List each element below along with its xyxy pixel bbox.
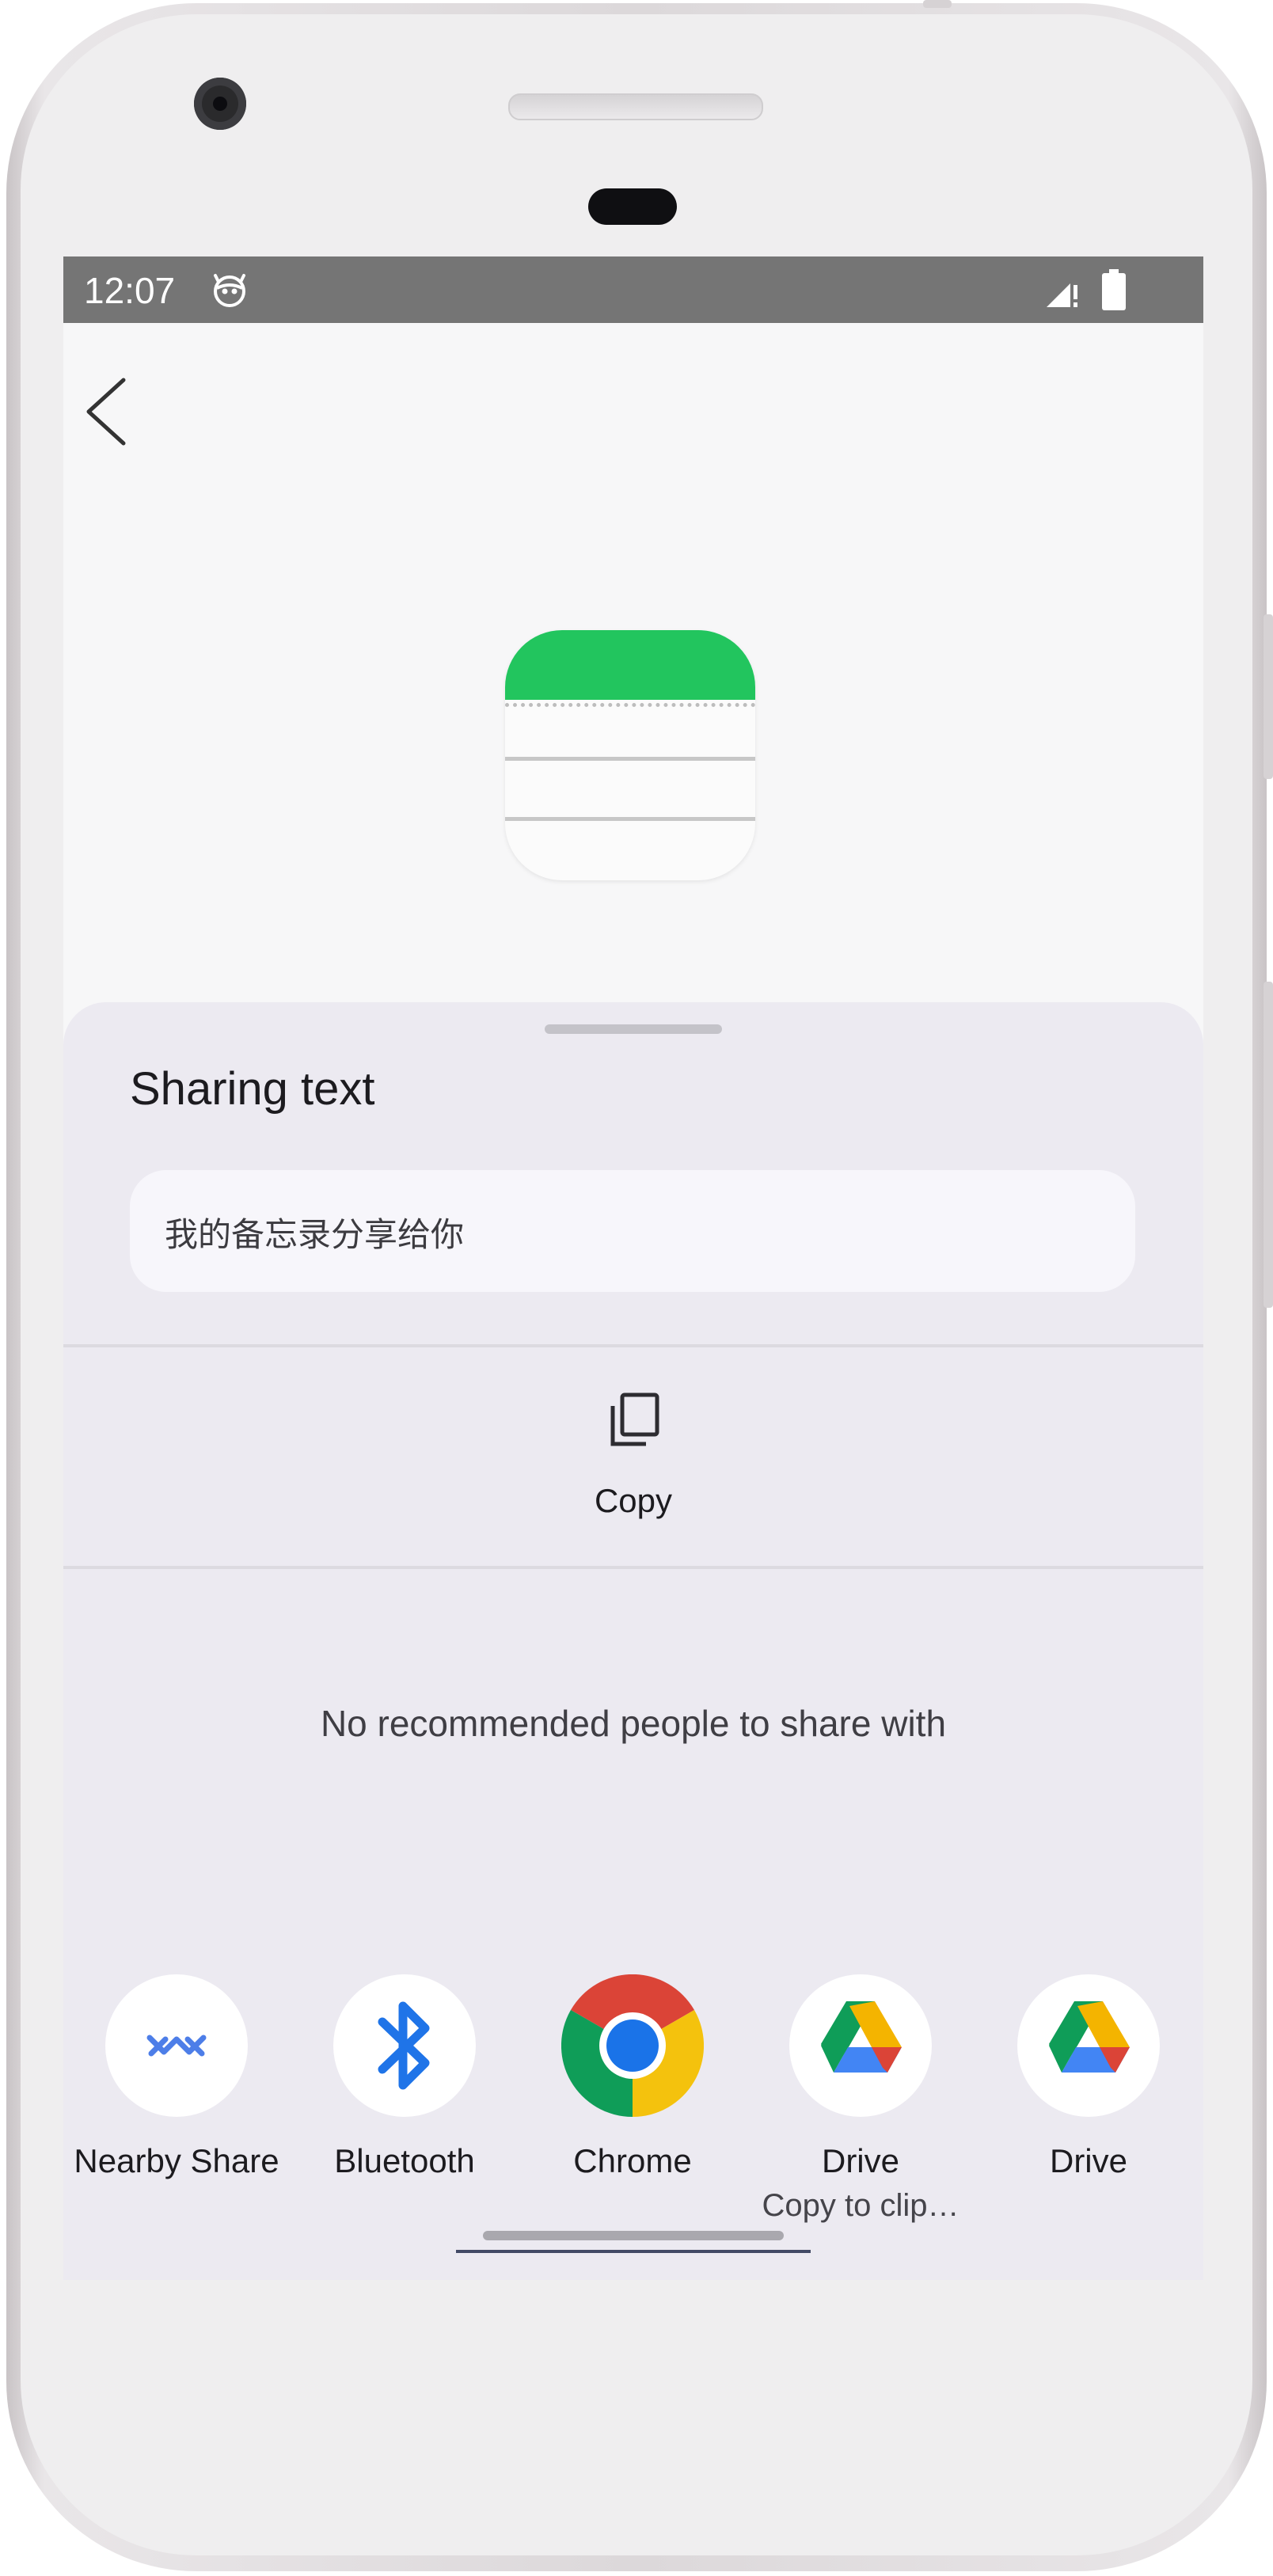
- share-sheet: Sharing text 我的备忘录分享给你 Copy No recommend…: [63, 1002, 1203, 2280]
- sheet-title: Sharing text: [130, 1063, 375, 1115]
- notes-app-icon: [505, 630, 755, 880]
- target-icon-circle: [105, 1974, 248, 2117]
- no-recommendations-message: No recommended people to share with: [320, 1703, 947, 1744]
- nav-underline: [456, 2250, 811, 2253]
- shared-text: 我的备忘录分享给你: [165, 1215, 465, 1254]
- status-time: 12:07: [84, 270, 176, 311]
- power-button: [1264, 982, 1273, 1308]
- divider: [63, 1344, 1203, 1347]
- share-target-drive-copy[interactable]: Drive Copy to clip…: [758, 1974, 963, 2259]
- signal-icon: [1047, 283, 1077, 307]
- target-icon-circle: [1017, 1974, 1160, 2117]
- copy-icon: [610, 1392, 659, 1446]
- target-label: Drive: [1049, 2142, 1127, 2179]
- chevron-left-icon: [86, 378, 126, 446]
- status-bar: 12:07: [63, 256, 1203, 323]
- back-button[interactable]: [71, 372, 150, 451]
- front-camera: [194, 78, 246, 130]
- target-icon-circle: [561, 1974, 704, 2117]
- battery-icon: [1102, 269, 1126, 310]
- top-button: [923, 0, 952, 8]
- notes-header-band: [505, 630, 755, 700]
- sheet-drag-handle[interactable]: [545, 1024, 722, 1034]
- notes-rule-line: [505, 817, 755, 821]
- target-icon-circle: [333, 1974, 476, 2117]
- target-sublabel: Copy to clip…: [762, 2188, 960, 2223]
- target-icon-circle: [789, 1974, 932, 2117]
- copy-button[interactable]: Copy: [522, 1354, 744, 1560]
- bot-face-icon: [214, 274, 245, 307]
- proximity-sensor: [588, 188, 677, 225]
- chrome-icon: [561, 1974, 704, 2117]
- target-label: Drive: [821, 2142, 899, 2179]
- target-label: Nearby Share: [74, 2142, 279, 2179]
- share-target-nearby-share[interactable]: Nearby Share: [74, 1974, 279, 2259]
- target-label: Bluetooth: [334, 2142, 475, 2179]
- notes-rule-line: [505, 757, 755, 761]
- gesture-nav-handle[interactable]: [483, 2231, 784, 2240]
- volume-button: [1264, 614, 1273, 779]
- notes-dotted-line: [505, 703, 755, 707]
- screen: 12:07 Sharing text 我的备忘录分享给你 Copy No rec…: [63, 256, 1203, 2280]
- share-target-chrome[interactable]: Chrome: [530, 1974, 735, 2259]
- share-target-drive[interactable]: Drive: [986, 1974, 1191, 2259]
- shared-text-preview: 我的备忘录分享给你: [130, 1170, 1135, 1292]
- google-drive-icon: [1049, 2001, 1130, 2073]
- earpiece-speaker: [508, 93, 763, 120]
- google-drive-icon: [821, 2001, 902, 2073]
- bluetooth-icon: [378, 2001, 430, 2090]
- share-target-bluetooth[interactable]: Bluetooth: [302, 1974, 507, 2259]
- nearby-share-icon: [146, 2035, 207, 2057]
- copy-label: Copy: [594, 1482, 673, 1519]
- divider: [63, 1566, 1203, 1569]
- target-label: Chrome: [573, 2142, 692, 2179]
